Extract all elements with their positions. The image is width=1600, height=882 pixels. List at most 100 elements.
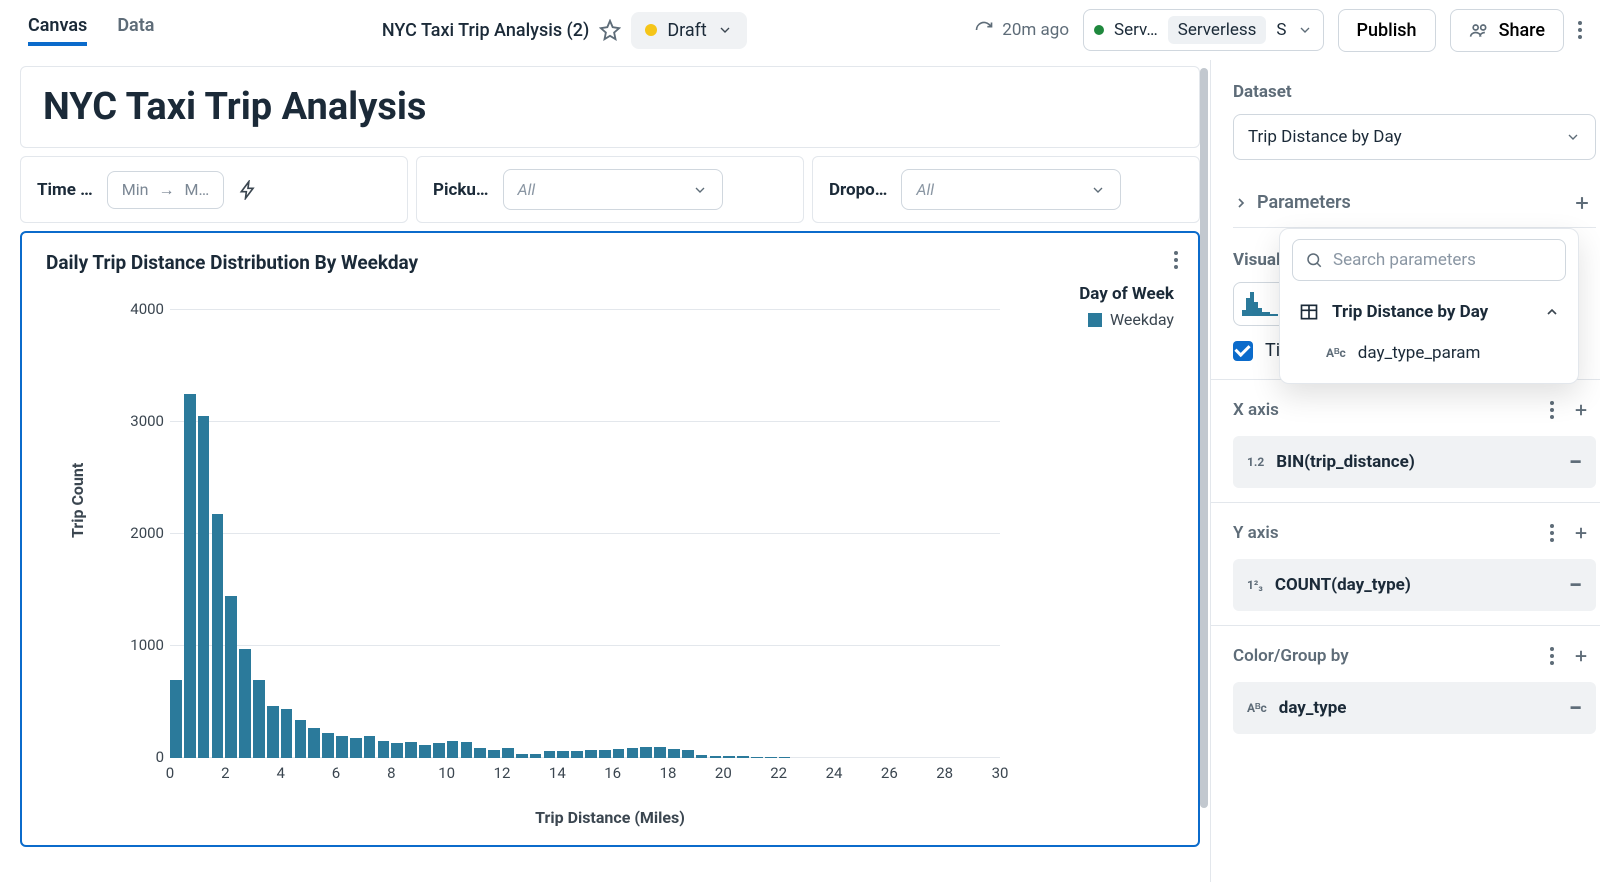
- pickup-select[interactable]: All: [503, 169, 723, 210]
- plus-icon[interactable]: [1572, 524, 1590, 542]
- bar[interactable]: [253, 680, 265, 758]
- chart-card[interactable]: Daily Trip Distance Distribution By Week…: [20, 231, 1200, 847]
- filter-pickup[interactable]: Picku… All: [416, 156, 804, 223]
- bar[interactable]: [336, 736, 348, 758]
- bar[interactable]: [751, 757, 763, 758]
- bar[interactable]: [654, 747, 666, 758]
- x-tick: 6: [323, 764, 349, 782]
- remove-field-icon[interactable]: −: [1569, 571, 1582, 599]
- filter-pickup-label: Picku…: [433, 180, 489, 200]
- bar[interactable]: [516, 754, 528, 758]
- color-field[interactable]: Aᴮcday_type −: [1233, 682, 1596, 734]
- bar[interactable]: [364, 736, 376, 758]
- plus-icon[interactable]: [1572, 401, 1590, 419]
- scrollbar[interactable]: [1200, 68, 1208, 808]
- bar[interactable]: [295, 720, 307, 758]
- xaxis-field[interactable]: 1.2BIN(trip_distance) −: [1233, 436, 1596, 488]
- plus-icon[interactable]: [1572, 647, 1590, 665]
- legend-item[interactable]: Weekday: [1079, 310, 1174, 329]
- bar[interactable]: [225, 596, 237, 758]
- status-draft-dropdown[interactable]: Draft: [631, 12, 747, 49]
- bar[interactable]: [502, 748, 514, 758]
- remove-field-icon[interactable]: −: [1569, 694, 1582, 722]
- dropoff-select[interactable]: All: [901, 169, 1121, 210]
- bar[interactable]: [723, 756, 735, 758]
- more-menu-icon[interactable]: [1578, 21, 1582, 39]
- publish-button[interactable]: Publish: [1338, 9, 1436, 52]
- bar[interactable]: [322, 733, 334, 758]
- bar[interactable]: [779, 757, 791, 758]
- checkbox-checked-icon[interactable]: [1233, 341, 1253, 361]
- document-title[interactable]: NYC Taxi Trip Analysis (2): [382, 20, 589, 41]
- bar[interactable]: [419, 745, 431, 758]
- yaxis-field[interactable]: 1²₃COUNT(day_type) −: [1233, 559, 1596, 611]
- yaxis-menu-icon[interactable]: [1550, 524, 1554, 542]
- bar[interactable]: [613, 749, 625, 758]
- parameters-row[interactable]: Parameters: [1233, 182, 1596, 228]
- bar[interactable]: [405, 742, 417, 758]
- tab-canvas[interactable]: Canvas: [28, 15, 87, 46]
- bar[interactable]: [710, 756, 722, 758]
- bar[interactable]: [433, 743, 445, 758]
- parameter-item[interactable]: Aᴮc day_type_param: [1292, 333, 1566, 373]
- parameter-search-input[interactable]: Search parameters: [1292, 239, 1566, 281]
- compute-selector[interactable]: Serv… Serverless S: [1083, 9, 1323, 51]
- bar[interactable]: [668, 749, 680, 758]
- parameters-label: Parameters: [1257, 192, 1351, 213]
- bar[interactable]: [184, 394, 196, 758]
- parameter-group-row[interactable]: Trip Distance by Day: [1292, 291, 1566, 333]
- pickup-value: All: [518, 180, 536, 199]
- bar[interactable]: [530, 754, 542, 758]
- x-tick: 28: [932, 764, 958, 782]
- lightning-icon[interactable]: [238, 180, 258, 200]
- bar[interactable]: [308, 728, 320, 758]
- bar[interactable]: [557, 751, 569, 758]
- bar[interactable]: [571, 751, 583, 758]
- filter-dropoff[interactable]: Dropo… All: [812, 156, 1200, 223]
- bar[interactable]: [461, 742, 473, 758]
- remove-field-icon[interactable]: −: [1569, 448, 1582, 476]
- bar[interactable]: [544, 751, 556, 758]
- bar[interactable]: [585, 750, 597, 758]
- bar[interactable]: [599, 750, 611, 758]
- bar[interactable]: [170, 680, 182, 758]
- bar[interactable]: [281, 709, 293, 758]
- bar[interactable]: [391, 743, 403, 758]
- chart-plot: Trip Count 01000200030004000 02468101214…: [46, 278, 1006, 808]
- bar[interactable]: [488, 750, 500, 758]
- bar[interactable]: [267, 706, 279, 758]
- tab-data[interactable]: Data: [117, 15, 154, 46]
- bar[interactable]: [350, 738, 362, 758]
- star-icon[interactable]: [599, 19, 621, 41]
- bar[interactable]: [378, 741, 390, 758]
- bar[interactable]: [627, 748, 639, 758]
- bar[interactable]: [737, 756, 749, 758]
- x-tick: 16: [600, 764, 626, 782]
- title-group: NYC Taxi Trip Analysis (2) Draft: [382, 12, 747, 49]
- bar[interactable]: [198, 416, 210, 758]
- bar[interactable]: [682, 750, 694, 758]
- bar[interactable]: [447, 741, 459, 758]
- top-bar: Canvas Data NYC Taxi Trip Analysis (2) D…: [0, 0, 1600, 60]
- heading-card[interactable]: NYC Taxi Trip Analysis: [20, 66, 1200, 148]
- plus-icon[interactable]: [1572, 193, 1592, 213]
- color-menu-icon[interactable]: [1550, 647, 1554, 665]
- time-range-input[interactable]: Min → M…: [107, 171, 224, 209]
- bar[interactable]: [765, 757, 777, 758]
- x-tick: 18: [655, 764, 681, 782]
- filter-time-label: Time …: [37, 180, 93, 200]
- bar[interactable]: [640, 747, 652, 758]
- dataset-select[interactable]: Trip Distance by Day: [1233, 114, 1596, 160]
- x-tick: 22: [766, 764, 792, 782]
- bar[interactable]: [696, 755, 708, 758]
- bar[interactable]: [239, 649, 251, 758]
- bar[interactable]: [474, 748, 486, 758]
- bar[interactable]: [212, 514, 224, 758]
- xaxis-menu-icon[interactable]: [1550, 401, 1554, 419]
- x-tick: 8: [378, 764, 404, 782]
- chart-menu-icon[interactable]: [1174, 251, 1178, 269]
- last-refresh[interactable]: 20m ago: [974, 20, 1069, 40]
- x-tick: 30: [987, 764, 1013, 782]
- share-button[interactable]: Share: [1450, 9, 1564, 52]
- filter-time[interactable]: Time … Min → M…: [20, 156, 408, 223]
